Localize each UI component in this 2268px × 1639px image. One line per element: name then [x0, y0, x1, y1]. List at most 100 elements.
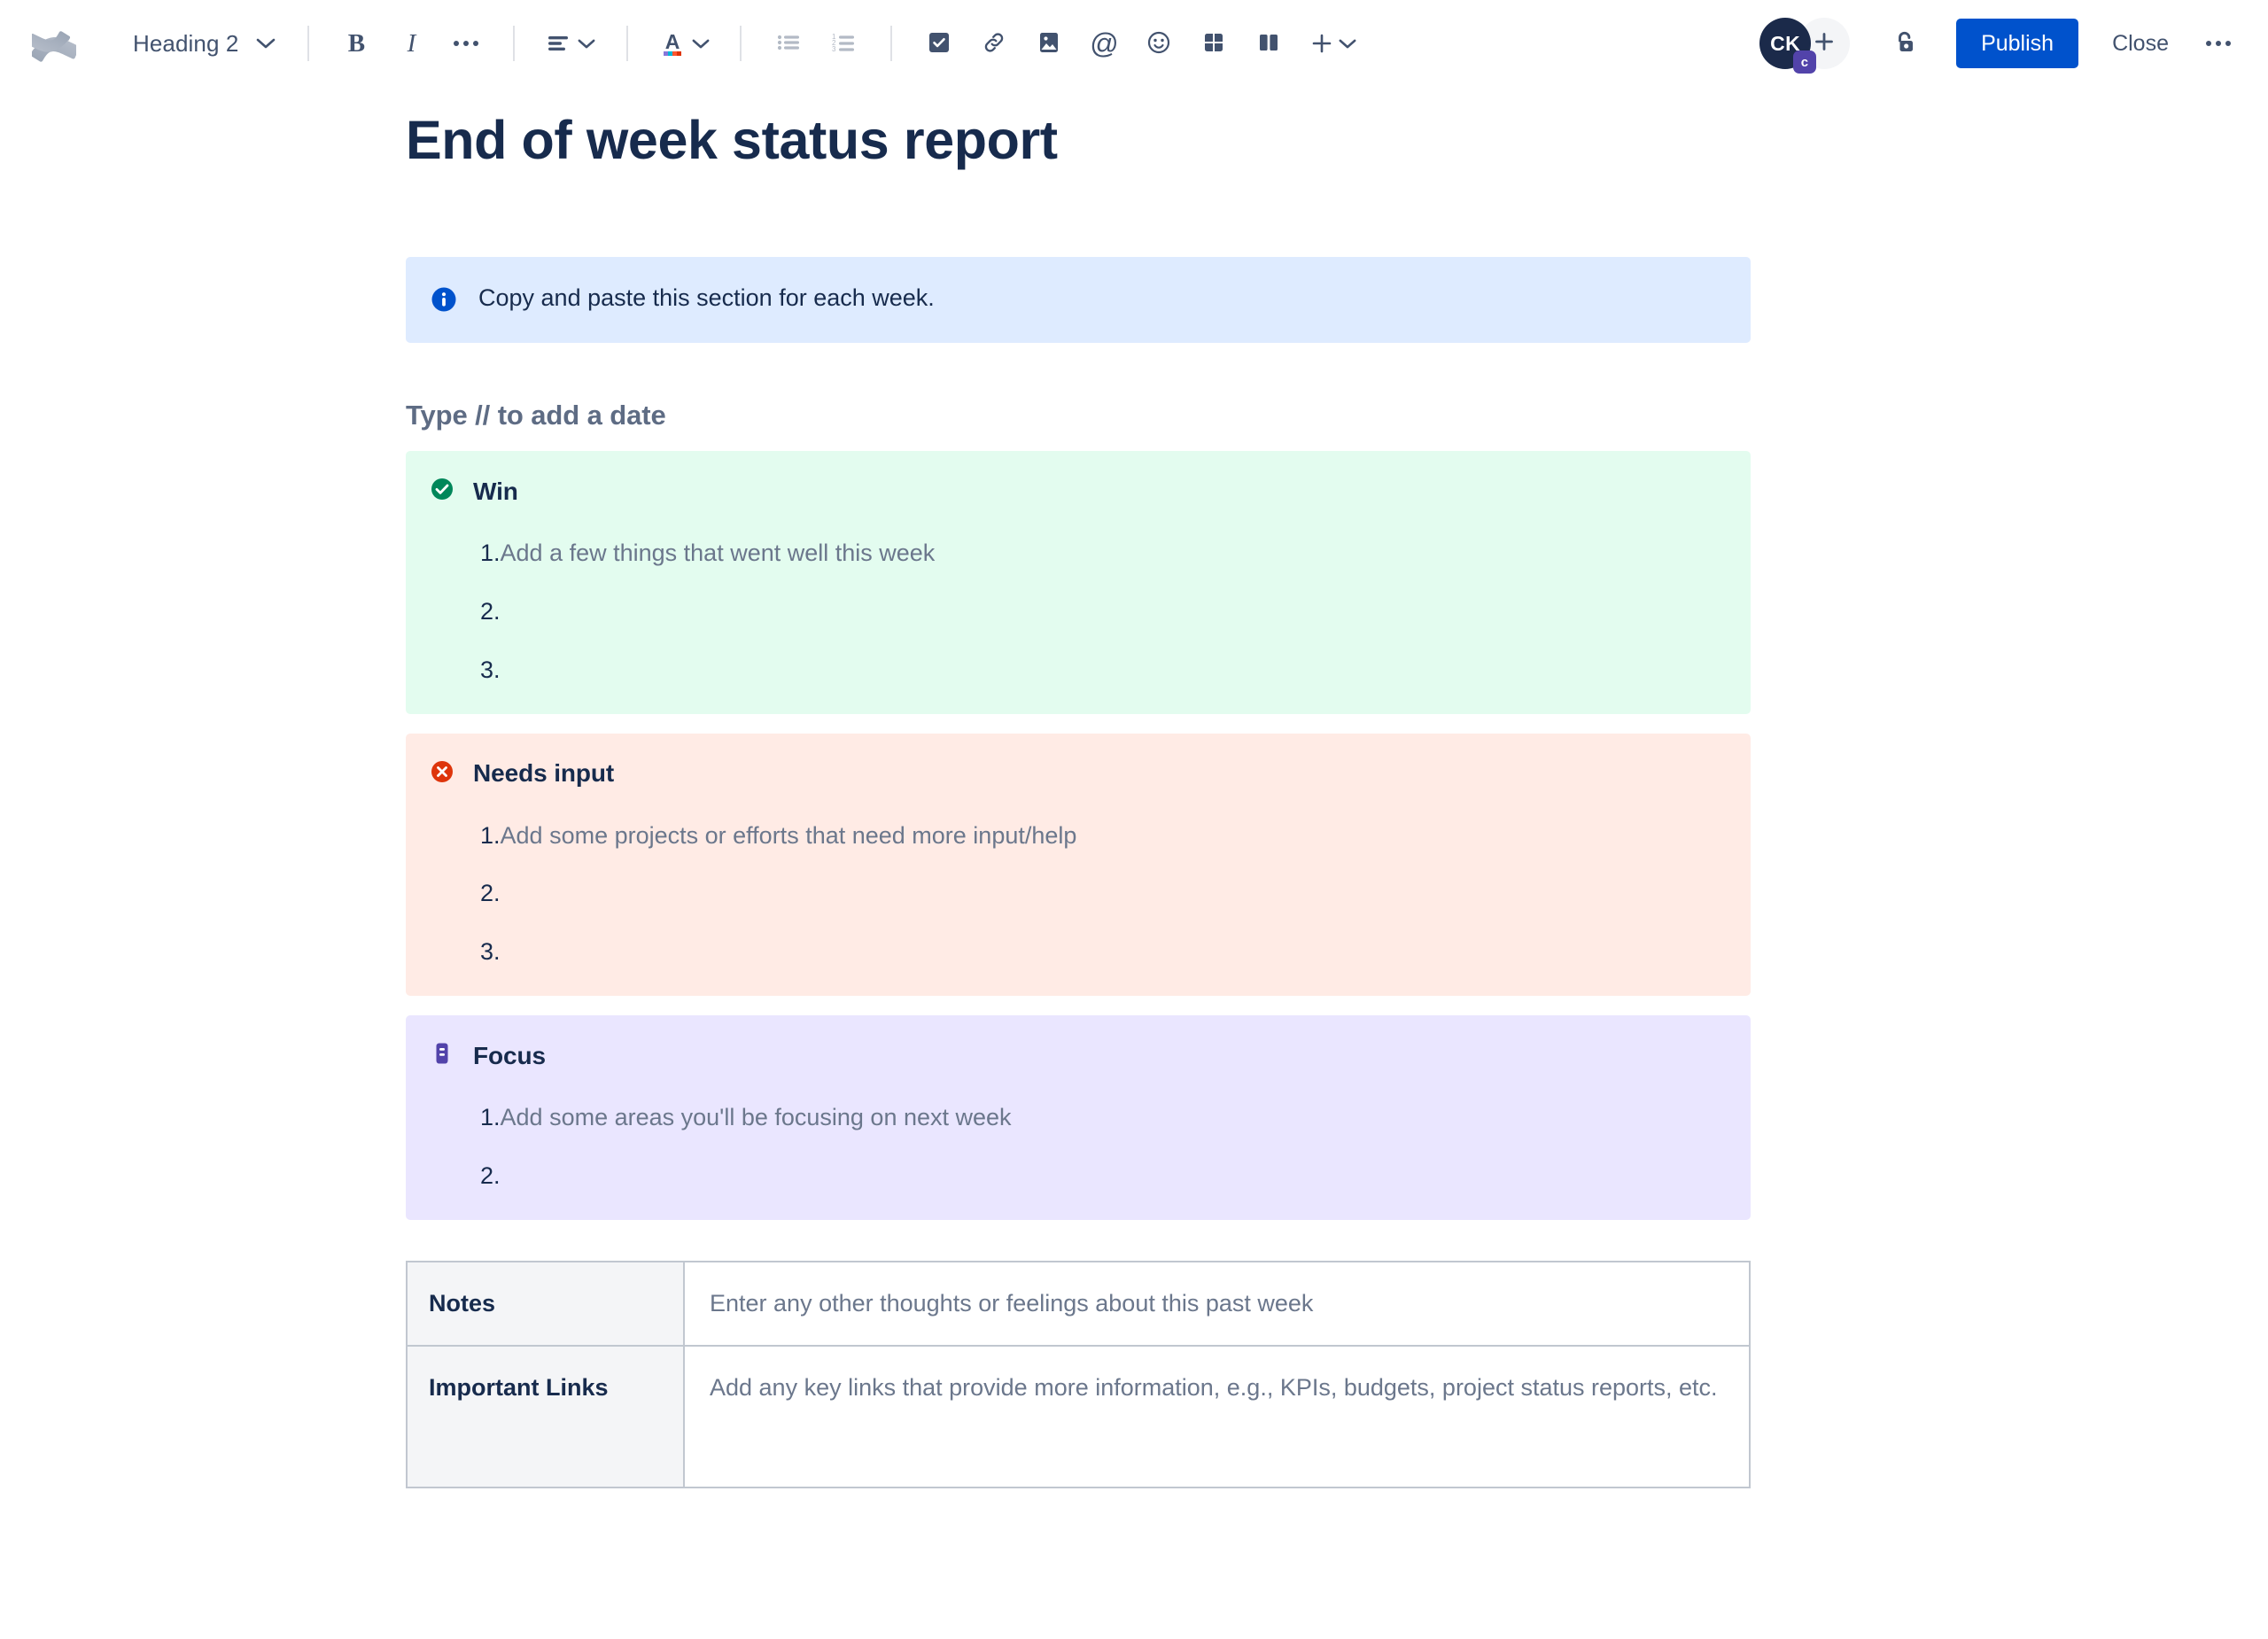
- table-button[interactable]: [1189, 19, 1239, 68]
- panel-list: 1. Add some areas you'll be focusing on …: [429, 1101, 1724, 1193]
- toolbar-divider: [740, 26, 742, 61]
- checkbox-icon: [927, 30, 951, 58]
- panel-list: 1. Add some projects or efforts that nee…: [429, 820, 1724, 969]
- list-item-number: 3.: [480, 938, 501, 966]
- insert-more-button[interactable]: [1299, 19, 1366, 68]
- list-item[interactable]: 1. Add some projects or efforts that nee…: [429, 820, 1724, 853]
- avatar[interactable]: CK c: [1759, 18, 1817, 74]
- table-row-value[interactable]: Enter any other thoughts or feelings abo…: [683, 1260, 1751, 1348]
- table-row-value[interactable]: Add any key links that provide more info…: [683, 1345, 1751, 1489]
- table-row-header[interactable]: Important Links: [406, 1345, 685, 1489]
- italic-icon: I: [407, 28, 416, 58]
- toolbar-divider: [626, 26, 629, 61]
- panel-header: Needs input: [429, 758, 1724, 789]
- text-format-group: B I: [329, 19, 493, 68]
- list-item[interactable]: 2.: [429, 1160, 1724, 1193]
- error-cross-circle-icon: [429, 758, 455, 789]
- table-icon: [1201, 30, 1226, 58]
- panel-title: Focus: [473, 1041, 546, 1069]
- table-row[interactable]: Important Links Add any key links that p…: [406, 1345, 1751, 1489]
- text-style-dropdown[interactable]: Heading 2: [119, 19, 288, 68]
- mention-at-icon: @: [1090, 27, 1119, 59]
- list-item[interactable]: 3.: [429, 654, 1724, 687]
- table-row[interactable]: Notes Enter any other thoughts or feelin…: [406, 1260, 1751, 1348]
- list-item[interactable]: 2.: [429, 877, 1724, 911]
- avatar-app-badge: c: [1793, 50, 1817, 74]
- list-item-text: Add some areas you'll be focusing on nex…: [500, 1104, 1012, 1131]
- text-align-left-icon: [547, 33, 595, 54]
- page-restrictions-button[interactable]: [1880, 19, 1930, 68]
- list-item-number: 2.: [480, 880, 501, 907]
- toolbar-divider: [890, 26, 893, 61]
- panel-header: Focus: [429, 1040, 1724, 1071]
- text-style-value: Heading 2: [133, 29, 239, 57]
- panel-win[interactable]: Win 1. Add a few things that went well t…: [406, 451, 1751, 714]
- layout-button[interactable]: [1244, 19, 1293, 68]
- info-panel-text: Copy and paste this section for each wee…: [478, 284, 935, 312]
- numbered-list-icon: 1 2 3: [831, 32, 856, 56]
- collaborators: CK c: [1759, 18, 1851, 74]
- image-icon: [1037, 30, 1061, 58]
- task-list-button[interactable]: [914, 19, 964, 68]
- panel-focus[interactable]: Focus 1. Add some areas you'll be focusi…: [406, 1015, 1751, 1220]
- section-heading[interactable]: Type // to add a date: [406, 400, 1751, 431]
- notes-table[interactable]: Notes Enter any other thoughts or feelin…: [406, 1260, 1751, 1489]
- page-title[interactable]: End of week status report: [406, 106, 1751, 179]
- list-item-number: 2.: [480, 1161, 501, 1189]
- insert-group: @: [912, 19, 1369, 68]
- editor-toolbar: Heading 2 B I A 1 2 3 @ CK c Publish Clo…: [0, 0, 2268, 87]
- panel-needs-input[interactable]: Needs input 1. Add some projects or effo…: [406, 733, 1751, 997]
- close-button[interactable]: Close: [2093, 19, 2188, 68]
- check-circle-icon: [429, 476, 455, 507]
- table-row-header[interactable]: Notes: [406, 1260, 685, 1348]
- emoji-button[interactable]: [1134, 19, 1184, 68]
- svg-text:A: A: [665, 30, 680, 53]
- ellipsis-icon: [2206, 41, 2231, 46]
- unlocked-padlock-icon: [1890, 27, 1920, 60]
- columns-layout-icon: [1256, 30, 1281, 58]
- toolbar-divider: [307, 26, 310, 61]
- panel-title: Needs input: [473, 759, 615, 788]
- ellipsis-icon: [454, 41, 479, 46]
- toolbar-divider: [513, 26, 516, 61]
- mention-button[interactable]: @: [1079, 19, 1129, 68]
- link-icon: [982, 30, 1006, 58]
- link-button[interactable]: [969, 19, 1019, 68]
- emoji-smiley-icon: [1146, 30, 1171, 58]
- list-item-number: 2.: [480, 598, 501, 625]
- info-circle-icon: [429, 284, 459, 319]
- plus-icon: [1309, 31, 1356, 56]
- info-panel[interactable]: Copy and paste this section for each wee…: [406, 257, 1751, 344]
- note-board-icon: [429, 1040, 455, 1071]
- list-item-number: 1.: [480, 1104, 501, 1131]
- list-item-number: 1.: [480, 540, 501, 567]
- text-color-icon: A: [659, 29, 710, 58]
- list-item[interactable]: 2.: [429, 595, 1724, 629]
- document-body: End of week status report Copy and paste…: [0, 87, 2268, 1489]
- list-item-text: Add some projects or efforts that need m…: [500, 821, 1077, 849]
- panel-header: Win: [429, 476, 1724, 507]
- numbered-list-button[interactable]: 1 2 3: [819, 19, 868, 68]
- panel-title: Win: [473, 477, 518, 505]
- text-color-button[interactable]: A: [650, 19, 718, 68]
- confluence-logo-icon[interactable]: [27, 16, 82, 71]
- text-align-button[interactable]: [537, 19, 604, 68]
- bulleted-list-button[interactable]: [764, 19, 813, 68]
- list-item[interactable]: 3.: [429, 936, 1724, 969]
- bulleted-list-icon: [776, 32, 801, 56]
- bold-button[interactable]: B: [331, 19, 381, 68]
- panel-list: 1. Add a few things that went well this …: [429, 537, 1724, 687]
- list-item[interactable]: 1. Add a few things that went well this …: [429, 537, 1724, 571]
- svg-text:3: 3: [832, 45, 836, 53]
- list-item-text: Add a few things that went well this wee…: [500, 540, 936, 567]
- bold-icon: B: [347, 28, 366, 58]
- list-item-number: 3.: [480, 656, 501, 683]
- italic-button[interactable]: I: [386, 19, 436, 68]
- more-formatting-button[interactable]: [441, 19, 491, 68]
- chevron-down-icon: [238, 37, 276, 50]
- list-item-number: 1.: [480, 821, 501, 849]
- more-actions-button[interactable]: [2194, 19, 2243, 68]
- publish-button[interactable]: Publish: [1956, 19, 2079, 68]
- list-item[interactable]: 1. Add some areas you'll be focusing on …: [429, 1101, 1724, 1135]
- image-button[interactable]: [1024, 19, 1074, 68]
